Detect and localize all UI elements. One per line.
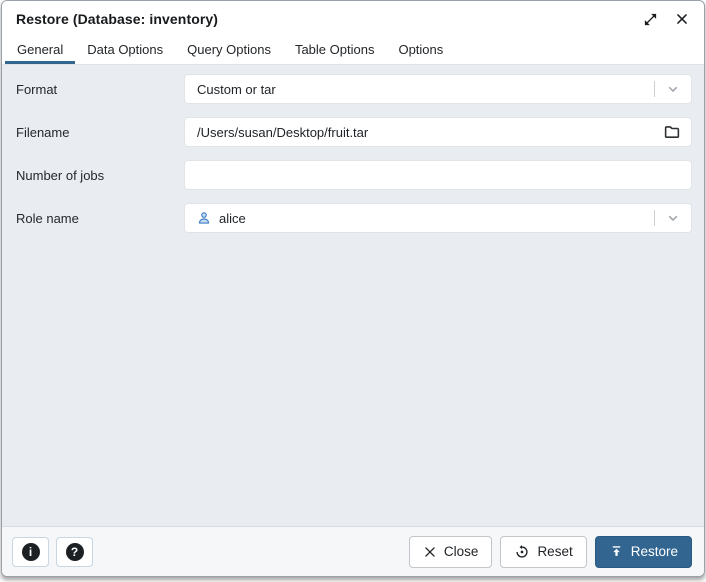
chevron-down-icon (655, 210, 691, 226)
tab-query-options[interactable]: Query Options (175, 37, 283, 64)
number-of-jobs-label: Number of jobs (16, 168, 184, 183)
restore-dialog: Restore (Database: inventory) General Da… (1, 0, 705, 577)
tab-table-options-label: Table Options (295, 42, 375, 57)
restore-upload-icon (609, 544, 624, 559)
role-name-select-opener[interactable] (654, 204, 691, 232)
number-of-jobs-field-wrap (184, 160, 692, 190)
format-select-opener[interactable] (654, 75, 691, 103)
tab-options[interactable]: Options (386, 37, 455, 64)
role-name-row: Role name alice (16, 203, 692, 233)
folder-picker-icon[interactable] (653, 118, 691, 146)
format-label: Format (16, 82, 184, 97)
close-x-icon (423, 545, 437, 559)
reset-icon (514, 544, 530, 560)
tab-data-options-label: Data Options (87, 42, 163, 57)
tab-general-label: General (17, 42, 63, 57)
chevron-down-icon (655, 81, 691, 97)
info-icon: i (22, 543, 40, 561)
filename-field-wrap (184, 117, 692, 147)
reset-button[interactable]: Reset (500, 536, 586, 568)
dialog-tabbar: General Data Options Query Options Table… (2, 37, 704, 65)
dialog-title: Restore (Database: inventory) (16, 11, 626, 27)
dialog-footer: i ? Close Reset Restore (2, 526, 704, 576)
format-select[interactable]: Custom or tar (184, 74, 692, 104)
number-of-jobs-row: Number of jobs (16, 160, 692, 190)
help-icon: ? (66, 543, 84, 561)
dialog-titlebar: Restore (Database: inventory) (2, 1, 704, 37)
filename-input[interactable] (185, 118, 653, 146)
expand-icon[interactable] (642, 11, 658, 27)
sql-info-button[interactable]: i (12, 537, 49, 567)
format-selected-value: Custom or tar (185, 82, 654, 97)
filename-row: Filename (16, 117, 692, 147)
tab-data-options[interactable]: Data Options (75, 37, 175, 64)
user-icon (196, 210, 212, 226)
role-name-selected-value: alice (212, 211, 654, 226)
tab-query-options-label: Query Options (187, 42, 271, 57)
restore-button-label: Restore (631, 544, 678, 559)
tab-general[interactable]: General (5, 37, 75, 64)
general-tab-panel: Format Custom or tar Filename (2, 65, 704, 526)
tab-table-options[interactable]: Table Options (283, 37, 387, 64)
close-icon[interactable] (674, 11, 690, 27)
close-button[interactable]: Close (409, 536, 493, 568)
reset-button-label: Reset (537, 544, 572, 559)
filename-label: Filename (16, 125, 184, 140)
role-name-label: Role name (16, 211, 184, 226)
tab-options-label: Options (398, 42, 443, 57)
close-button-label: Close (444, 544, 479, 559)
role-name-select[interactable]: alice (184, 203, 692, 233)
restore-button[interactable]: Restore (595, 536, 692, 568)
help-button[interactable]: ? (56, 537, 93, 567)
format-row: Format Custom or tar (16, 74, 692, 104)
number-of-jobs-input[interactable] (185, 161, 691, 189)
